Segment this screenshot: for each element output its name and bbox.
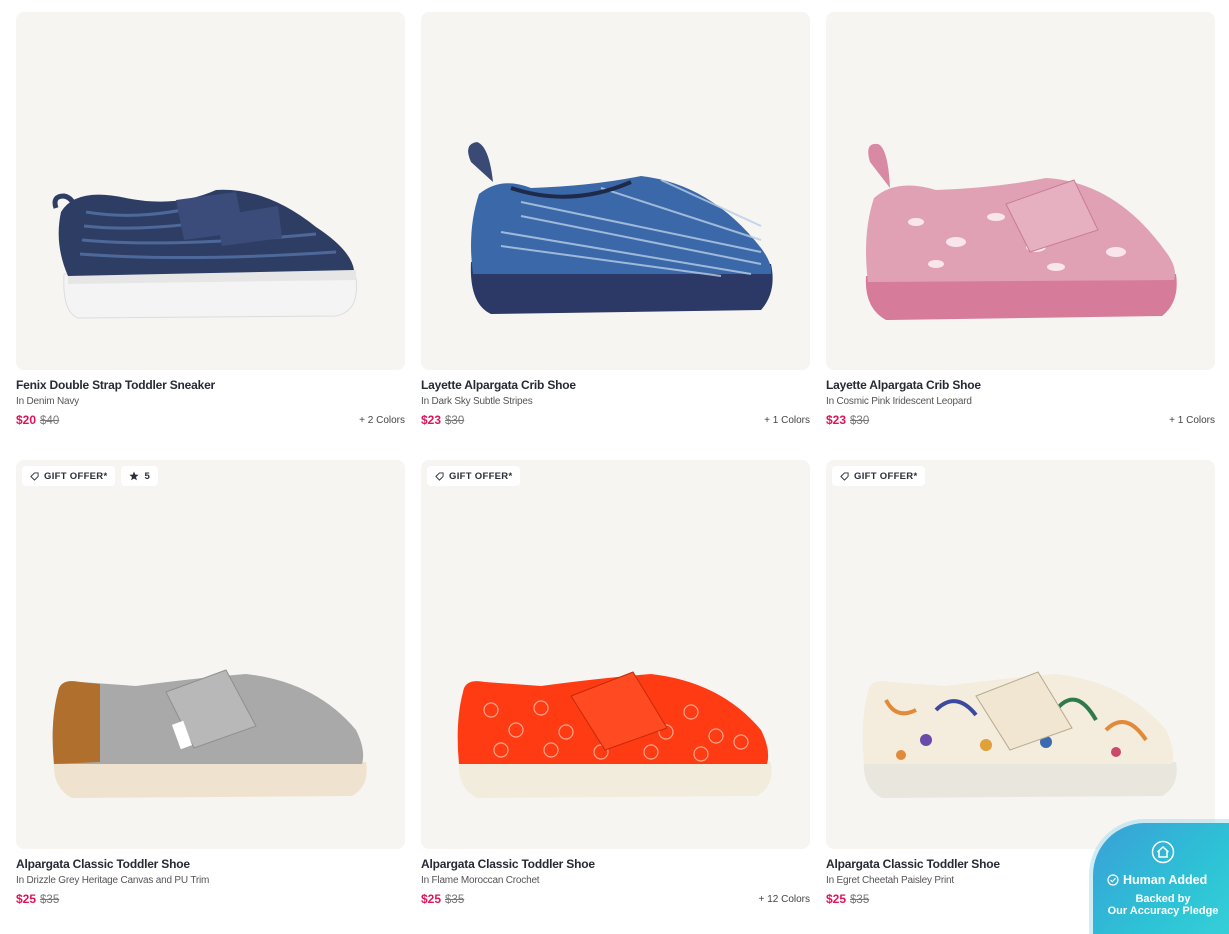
original-price: $35 (445, 894, 465, 906)
sale-price: $25 (826, 892, 847, 906)
product-card[interactable]: GIFT OFFER* Alpargata Classic Toddler Sh… (421, 460, 810, 908)
original-price: $35 (40, 894, 60, 906)
tag-icon (840, 471, 849, 481)
sale-price: $25 (421, 892, 442, 906)
pledge-subtitle: Backed by (1135, 893, 1191, 905)
original-price: $35 (850, 894, 870, 906)
product-image[interactable] (16, 12, 405, 370)
product-name[interactable]: Layette Alpargata Crib Shoe (421, 378, 810, 392)
slip-on-shoe-image (862, 671, 1177, 798)
more-colors[interactable]: + 1 Colors (764, 415, 810, 426)
check-circle-icon (1107, 874, 1119, 886)
product-card[interactable]: GIFT OFFER* 5 Alpargata Classic Toddler … (16, 460, 405, 908)
more-colors[interactable]: + 2 Colors (359, 415, 405, 426)
product-name[interactable]: Layette Alpargata Crib Shoe (826, 378, 1215, 392)
product-image[interactable] (421, 12, 810, 370)
product-name[interactable]: Alpargata Classic Toddler Shoe (421, 857, 810, 871)
original-price: $30 (445, 415, 465, 427)
product-image[interactable]: GIFT OFFER* (421, 460, 810, 849)
product-name[interactable]: Alpargata Classic Toddler Shoe (16, 857, 405, 871)
gift-offer-badge: GIFT OFFER* (22, 466, 116, 486)
sneaker-image (52, 189, 357, 319)
product-card[interactable]: Fenix Double Strap Toddler Sneaker In De… (16, 12, 405, 429)
product-image[interactable] (826, 12, 1215, 370)
tag-icon (435, 471, 444, 481)
product-variant: In Cosmic Pink Iridescent Leopard (826, 396, 972, 407)
sale-price: $23 (421, 413, 442, 427)
accuracy-pledge-widget[interactable]: Human Added Backed by Our Accuracy Pledg… (1093, 823, 1229, 934)
product-variant: In Dark Sky Subtle Stripes (421, 396, 533, 407)
product-variant: In Flame Moroccan Crochet (421, 875, 540, 886)
gift-offer-badge: GIFT OFFER* (427, 466, 521, 486)
star-icon (129, 471, 140, 481)
more-colors[interactable]: + 12 Colors (759, 894, 810, 905)
product-image[interactable]: GIFT OFFER* 5 (16, 460, 405, 849)
product-name[interactable]: Fenix Double Strap Toddler Sneaker (16, 378, 405, 392)
product-card[interactable]: Layette Alpargata Crib Shoe In Cosmic Pi… (826, 12, 1215, 429)
product-image[interactable]: GIFT OFFER* (826, 460, 1215, 849)
tag-icon (30, 471, 39, 481)
pledge-subtitle-2: Our Accuracy Pledge (1107, 905, 1219, 917)
sale-price: $23 (826, 413, 847, 427)
product-variant: In Denim Navy (16, 396, 79, 407)
original-price: $30 (850, 415, 870, 427)
product-variant: In Drizzle Grey Heritage Canvas and PU T… (16, 875, 210, 886)
pledge-title: Human Added (1107, 873, 1207, 887)
sale-price: $25 (16, 892, 37, 906)
gift-offer-badge: GIFT OFFER* (832, 466, 926, 486)
slip-on-shoe-image (457, 671, 772, 798)
original-price: $40 (40, 415, 60, 427)
more-colors[interactable]: + 1 Colors (1169, 415, 1215, 426)
slip-on-shoe-image (52, 669, 367, 798)
home-icon (1151, 840, 1175, 864)
crib-shoe-image (865, 143, 1177, 320)
crib-shoe-image (468, 142, 773, 314)
sale-price: $20 (16, 413, 37, 427)
product-card[interactable]: Layette Alpargata Crib Shoe In Dark Sky … (421, 12, 810, 429)
rating-badge: 5 (121, 466, 159, 486)
